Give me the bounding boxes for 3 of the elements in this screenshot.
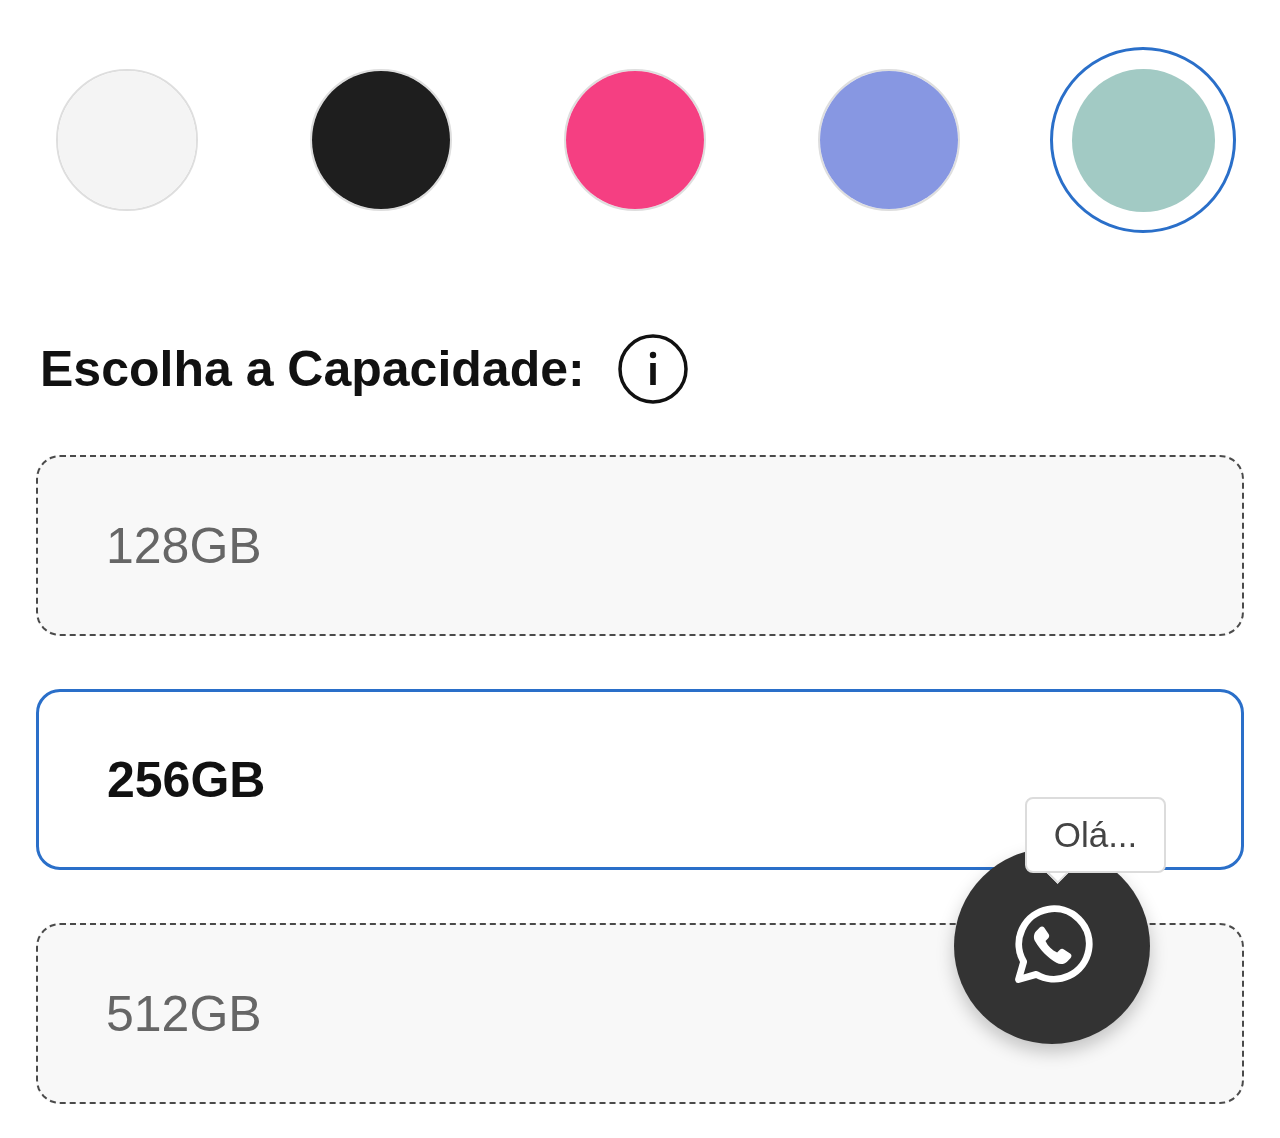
capacity-option[interactable]: 128GB [36,455,1244,636]
info-icon[interactable] [617,334,688,404]
capacity-heading: Escolha a Capacidade: [40,340,585,398]
